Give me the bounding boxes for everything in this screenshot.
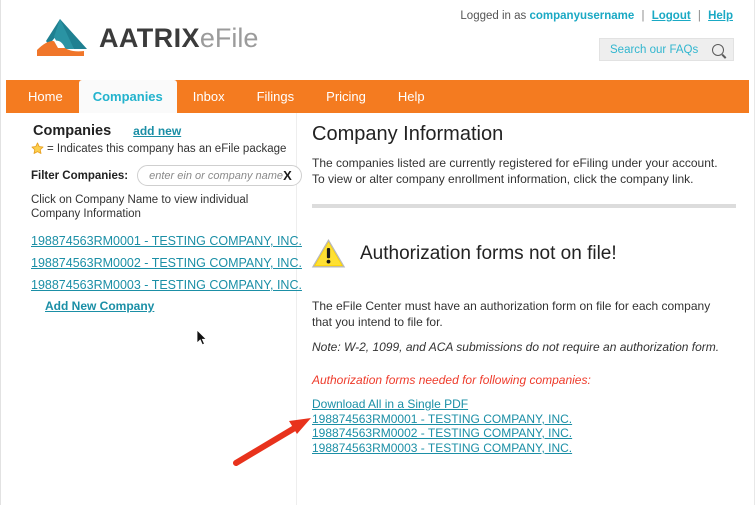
add-new-link[interactable]: add new [133,124,181,138]
warning-note-text: Note: W-2, 1099, and ACA submissions do … [312,340,720,354]
help-link[interactable]: Help [708,10,733,22]
intro-paragraph: The companies listed are currently regis… [312,156,718,186]
filter-companies-row: Filter Companies: enter ein or company n… [31,165,302,186]
warning-body-text: The eFile Center must have an authorizat… [312,299,711,329]
site-header: AATRIXeFile Logged in as companyusername… [1,0,754,80]
nav-item-help[interactable]: Help [382,80,441,113]
clear-filter-button[interactable]: X [283,168,292,183]
star-legend-text: = Indicates this company has an eFile pa… [47,142,287,155]
company-link-2[interactable]: 198874563RM0002 - TESTING COMPANY, INC. [31,253,302,273]
company-link-3[interactable]: 198874563RM0003 - TESTING COMPANY, INC. [31,275,302,295]
forms-needed-label: Authorization forms needed for following… [312,373,591,387]
brand-wordmark: AATRIXeFile [99,23,258,54]
nav-item-filings[interactable]: Filings [241,80,311,113]
logged-in-prefix: Logged in as [460,10,527,22]
sidebar-heading: Companies [33,123,112,139]
nav-items: Home Companies Inbox Filings Pricing Hel… [6,80,749,113]
page-content: Companies add new = Indicates this compa… [1,113,754,505]
needed-company-link-2[interactable]: 198874563RM0002 - TESTING COMPANY, INC. [312,426,572,441]
logout-link[interactable]: Logout [652,10,691,22]
brand-name: AATRIX [99,22,200,53]
company-link-1[interactable]: 198874563RM0001 - TESTING COMPANY, INC. [31,231,302,251]
warning-triangle-icon [310,237,347,270]
warning-title: Authorization forms not on file! [360,242,617,264]
search-icon[interactable] [712,43,724,56]
mountain-peak-logo-icon [34,17,92,59]
filter-input[interactable]: enter ein or company name [149,170,283,182]
nav-item-home[interactable]: Home [12,80,79,113]
separator-1: | [641,10,645,22]
needed-company-link-1[interactable]: 198874563RM0001 - TESTING COMPANY, INC. [312,412,572,427]
nav-item-pricing[interactable]: Pricing [310,80,382,113]
star-legend: = Indicates this company has an eFile pa… [31,142,286,155]
company-link-list: 198874563RM0001 - TESTING COMPANY, INC. … [31,231,302,313]
login-status-bar: Logged in as companyusername | Logout | … [460,10,733,22]
sidebar-hint-text: Click on Company Name to view individual… [31,194,249,220]
company-information-panel: Company Information The companies listed… [298,113,754,505]
brand-logo[interactable]: AATRIXeFile [34,17,258,59]
username-label: companyusername [529,10,635,22]
download-all-pdf-link[interactable]: Download All in a Single PDF [312,397,572,412]
needed-company-link-3[interactable]: 198874563RM0003 - TESTING COMPANY, INC. [312,441,572,456]
filter-label: Filter Companies: [31,169,129,182]
nav-item-inbox[interactable]: Inbox [177,80,241,113]
forms-needed-links: Download All in a Single PDF 198874563RM… [312,397,572,455]
faq-search-box[interactable]: Search our FAQs [599,38,734,61]
section-divider [312,204,736,208]
nav-item-companies[interactable]: Companies [78,80,177,113]
product-name: eFile [199,22,259,53]
filter-input-wrapper[interactable]: enter ein or company name X [137,165,302,186]
add-new-company-link[interactable]: Add New Company [45,299,286,313]
warning-header-row: Authorization forms not on file! [310,237,617,270]
companies-sidebar: Companies add new = Indicates this compa… [1,113,302,505]
page-title: Company Information [312,123,504,145]
main-navigation: Home Companies Inbox Filings Pricing Hel… [6,80,749,113]
separator-2: | [697,10,701,22]
star-icon [31,142,44,155]
faq-search-label: Search our FAQs [610,43,699,56]
page-root: AATRIXeFile Logged in as companyusername… [0,0,755,505]
sidebar-header: Companies add new [33,123,181,139]
